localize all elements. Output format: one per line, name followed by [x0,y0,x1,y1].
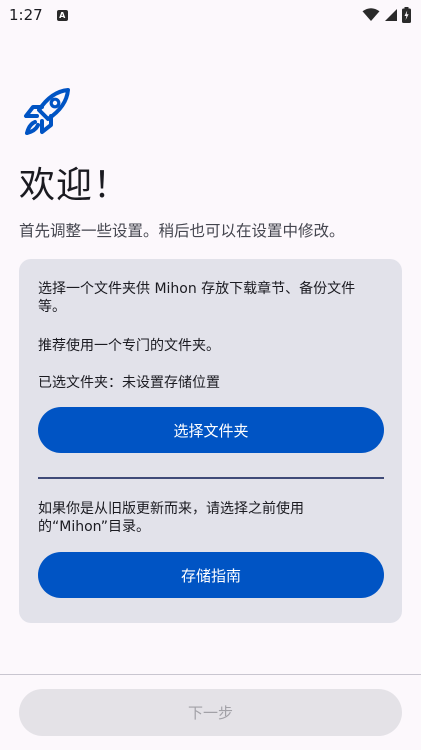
welcome-subtitle: 首先调整一些设置。稍后也可以在设置中修改。 [19,222,345,240]
footer-divider [0,674,421,675]
status-bar: 1:27 A [0,0,421,30]
card-divider [38,477,384,479]
rocket-icon [24,88,70,135]
storage-description: 选择一个文件夹供 Mihon 存放下载章节、备份文件等。 [38,281,356,315]
next-button[interactable]: 下一步 [19,689,402,736]
battery-icon [402,7,411,23]
selected-folder-text: 已选文件夹：未设置存储位置 [38,375,220,391]
status-time: 1:27 [9,6,43,24]
wifi-icon [362,8,380,21]
migration-note: 如果你是从旧版更新而来，请选择之前使用的“Mihon”目录。 [38,501,304,535]
cell-signal-icon [385,9,397,21]
select-folder-button[interactable]: 选择文件夹 [38,407,384,453]
welcome-title: 欢迎！ [19,165,131,206]
storage-recommendation: 推荐使用一个专门的文件夹。 [38,338,220,354]
onboarding-screen: 1:27 A 欢迎！ 首先调整一些设置。稍后也可以在设置中修改。 选择一个文件夹… [0,0,421,750]
notification-icon: A [56,9,68,21]
storage-guide-button[interactable]: 存储指南 [38,552,384,598]
storage-card: 选择一个文件夹供 Mihon 存放下载章节、备份文件等。 推荐使用一个专门的文件… [19,259,402,623]
